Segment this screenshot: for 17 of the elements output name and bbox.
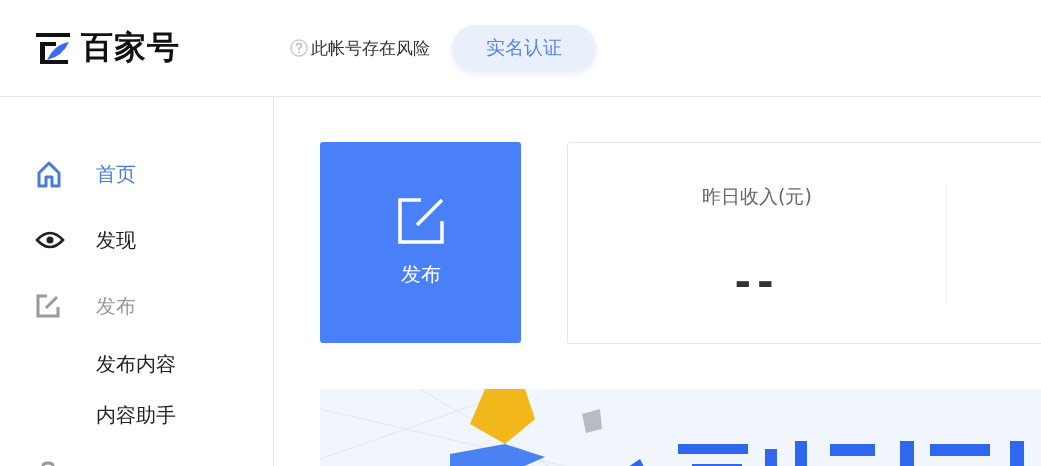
sidebar-item[interactable]: 发布 — [0, 273, 273, 339]
verify-button[interactable]: 实名认证 — [452, 25, 596, 71]
sidebar-subitem[interactable]: 发布内容 — [0, 339, 273, 390]
edit-icon — [396, 197, 445, 245]
risk-notice: 此帐号存在风险 — [311, 36, 430, 60]
stat-value: -- — [734, 262, 780, 302]
eye-icon — [35, 230, 65, 250]
stat-label: 昨日收入(元) — [702, 184, 812, 209]
sidebar-item[interactable]: 首页 — [0, 141, 273, 207]
help-icon[interactable] — [290, 39, 308, 57]
publish-button[interactable]: 发布 — [320, 142, 521, 343]
edit-icon — [35, 293, 61, 319]
home-icon — [35, 160, 63, 188]
logo-icon — [35, 30, 71, 66]
sidebar-subitem[interactable]: 内容助手 — [0, 390, 273, 441]
sidebar-item[interactable]: 发现 — [0, 207, 273, 273]
logo-text: 百家号 — [81, 27, 180, 68]
